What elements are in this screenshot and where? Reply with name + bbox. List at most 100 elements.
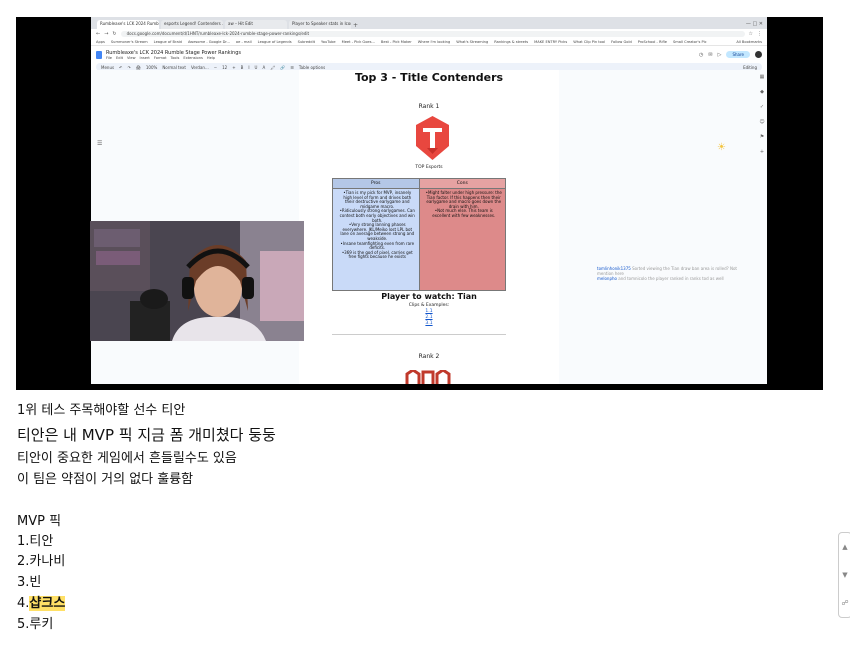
bookmark-item[interactable]: What Clip Pin tool [573,40,605,44]
back-icon[interactable]: ← [96,31,100,37]
editing-mode-dropdown[interactable]: Editing [743,65,757,70]
toolbar-item[interactable]: U [255,65,258,70]
browser-tab-4[interactable]: Player to Speaker stats in Icon... [289,20,351,29]
bookmark-item[interactable]: League of Legends [258,40,292,44]
divider [332,334,506,335]
video-call-icon[interactable]: ▷ [718,52,722,58]
address-bar-row: ← → ↻ docs.google.com/document/d/1HNT/ru… [91,29,767,38]
bookmark-item[interactable]: Where I'm looking [418,40,451,44]
toolbar-item[interactable]: Menus [101,65,114,70]
toolbar-item[interactable]: ↷ [127,65,130,70]
google-docs-icon[interactable] [96,50,102,59]
pros-item: Tian is my pick for MVP, insanely high l… [339,190,416,209]
bookmark-item[interactable]: Best - Pick Maker [381,40,412,44]
new-tab-button[interactable]: + [353,22,358,29]
toolbar-item[interactable]: Table options [299,65,325,70]
avatar[interactable] [755,51,762,58]
top-esports-logo [416,116,449,160]
all-bookmarks-link[interactable]: All Bookmarks [736,40,762,44]
toolbar-item[interactable]: 🖍 [270,65,275,70]
window-controls[interactable]: — □ ✕ [742,21,767,29]
mvp-item-4-highlight: 샵크스 [29,596,66,611]
bookmark-item[interactable]: MAKE ENTRY Picks [534,40,567,44]
doc-menu-item[interactable]: Tools [171,56,180,60]
toolbar-item[interactable]: 100% [146,65,157,70]
caption-line-2: 티안은 내 MVP 픽 지금 폼 개미쳤다 둥둥 [17,426,276,444]
up-arrow-icon[interactable]: ▲ [842,543,847,551]
toolbar-item[interactable]: + [232,65,235,70]
toolbar-item[interactable]: 12 [222,65,227,70]
outline-icon[interactable]: ☰ [97,140,102,147]
clip-link[interactable]: 2.1 [299,315,559,320]
add-icon[interactable]: + [760,149,764,155]
keep-icon[interactable]: ◆ [760,89,764,95]
toolbar-item[interactable]: 🔗 [280,65,285,70]
doc-menu-item[interactable]: Edit [116,56,123,60]
browser-tab-2[interactable]: esports Legend! Contenders ... [161,20,223,29]
url-input[interactable]: docs.google.com/document/d/1HNT/rumbleax… [120,30,745,37]
doc-comment[interactable]: tomlinhonik1375 Sorted viewing the Tian … [597,266,747,281]
pros-header: Pros [333,179,419,189]
doc-menu-item[interactable]: Format [154,56,167,60]
toolbar-item[interactable]: I [248,65,249,70]
bookmark-item[interactable]: Meet - Pick Goes... [342,40,375,44]
stream-video[interactable]: Rumbleaxe's LCK 2024 Rumble... esports L… [16,17,823,390]
bookmark-item[interactable]: ProSchool - Rifle [638,40,667,44]
tab-bar: Rumbleaxe's LCK 2024 Rumble... esports L… [91,17,767,29]
bookmark-item[interactable]: What's Streaming [456,40,488,44]
bookmark-item[interactable]: Apps [96,40,105,44]
doc-menu-item[interactable]: Insert [140,56,150,60]
toolbar-item[interactable]: A [262,65,265,70]
webcam-overlay [90,221,304,341]
history-icon[interactable]: ◷ [699,52,703,58]
doc-menu-item[interactable]: Extensions [183,56,203,60]
browser-tab-1[interactable]: Rumbleaxe's LCK 2024 Rumble... [97,20,159,29]
doc-page[interactable]: Top 3 - Title Contenders Rank 1 TOP Espo… [299,70,559,384]
bookmark-item[interactable]: Rankings & streets [494,40,528,44]
doc-heading: Top 3 - Title Contenders [354,71,504,84]
bookmark-item[interactable]: Follow Gold [611,40,632,44]
menu-dots-icon[interactable]: ⋮ [757,31,762,37]
clip-link[interactable]: 3.1 [299,321,559,326]
star-icon[interactable]: ☆ [749,31,753,37]
doc-menu-item[interactable]: Help [207,56,215,60]
mvp-item-4-prefix: 4. [17,596,30,611]
forward-icon[interactable]: → [104,31,108,37]
toolbar-item[interactable]: ☰ [290,65,294,70]
reload-icon[interactable]: ↻ [112,31,116,37]
pros-cons-table: Pros Tian is my pick for MVP, insanely h… [332,178,506,291]
rank2-label: Rank 2 [418,353,440,360]
bookmark-item[interactable]: Subreddit [298,40,315,44]
toolbar-item[interactable]: ↶ [119,65,122,70]
contacts-icon[interactable]: ☺ [759,119,764,125]
toolbar-item[interactable]: − [214,65,217,70]
toolbar-item[interactable]: B [241,65,244,70]
calendar-icon[interactable]: ▦ [760,74,765,80]
doc-menu-item[interactable]: View [127,56,136,60]
toolbar-item[interactable]: 🖨 [136,65,141,70]
comment-author: melonpho [597,276,617,281]
toolbar-item[interactable]: Verdan... [191,65,209,70]
caption-line-1: 1위 테스 주목해야할 선수 티안 [17,403,186,418]
bookmark-item[interactable]: YouTube [321,40,336,44]
clip-link[interactable]: 1.1 [299,309,559,314]
browser-tab-3[interactable]: aw – Hit Edit [225,20,287,29]
bookmark-item[interactable]: Awesome - Google Dr... [188,40,230,44]
mvp-item-3: 3.빈 [17,575,42,590]
maps-icon[interactable]: ⚑ [760,134,764,140]
share-icon[interactable]: ☍ [841,599,848,607]
share-button[interactable]: Share [726,51,750,58]
down-arrow-icon[interactable]: ▼ [842,571,847,579]
bookmark-item[interactable]: Summoner's Stream [111,40,148,44]
bookmark-item[interactable]: League of Braid [154,40,182,44]
floating-side-widget[interactable]: ▲ ▼ ☍ [838,532,850,618]
comment-icon[interactable]: ✉ [708,52,712,58]
bookmark-item[interactable]: oe - mail [236,40,252,44]
comment-text: and tomnicolo the player ranked in ranks… [618,276,724,281]
tasks-icon[interactable]: ✓ [760,104,764,110]
clips-label: Clips & Examples: [408,303,450,308]
bookmark-item[interactable]: Small Creator's Pic [673,40,707,44]
toolbar-item[interactable]: Normal text [162,65,186,70]
doc-menu-item[interactable]: File [106,56,112,60]
rank1-label: Rank 1 [418,103,440,110]
